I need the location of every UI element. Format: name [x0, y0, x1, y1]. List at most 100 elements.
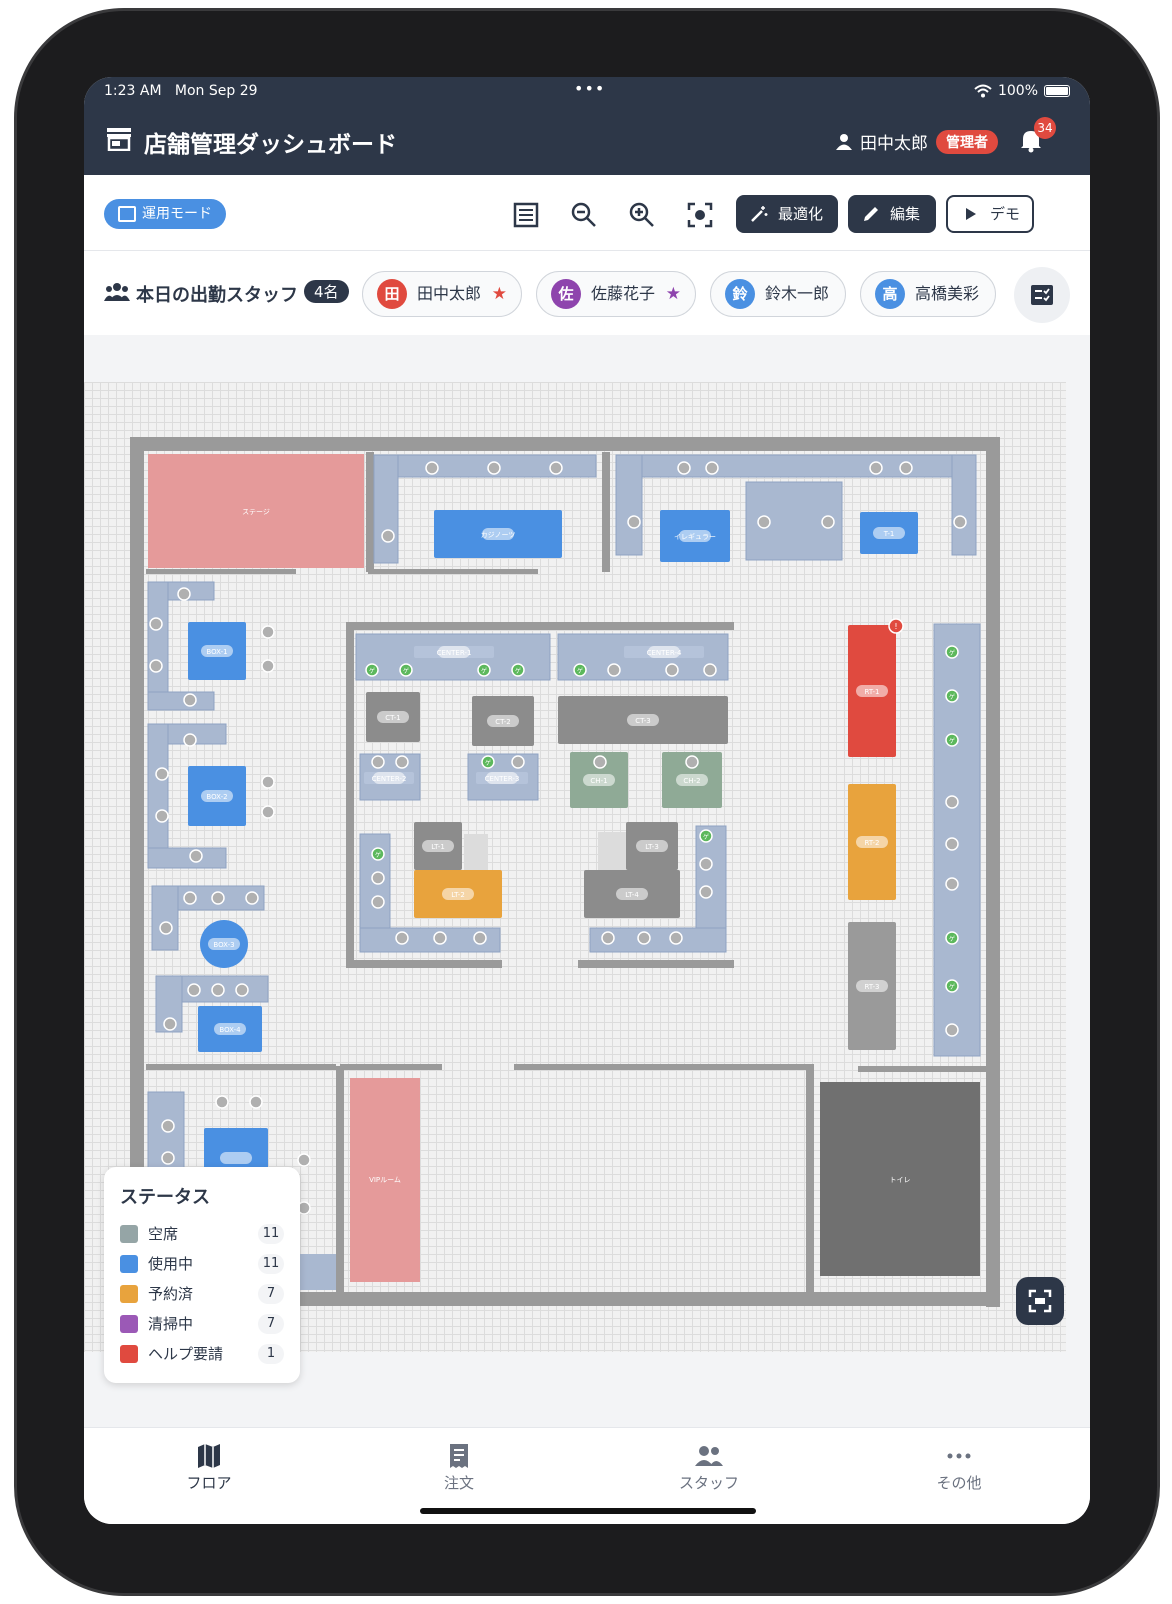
wall — [130, 437, 1000, 451]
guest-mark: ゲ — [577, 667, 583, 675]
notification-button[interactable]: 34 — [1018, 117, 1056, 153]
table-label: CENTER-1 — [437, 649, 472, 657]
seat — [161, 1119, 175, 1133]
tab-more[interactable]: その他 — [834, 1428, 1084, 1524]
table-label: LT-1 — [431, 843, 445, 851]
seat — [249, 1095, 263, 1109]
seat — [161, 1151, 175, 1165]
table-label: BOX-1 — [206, 648, 227, 656]
table-label: CH-2 — [683, 777, 700, 785]
legend-row: 予約済 7 — [120, 1279, 284, 1309]
table-label: CT-3 — [635, 717, 651, 725]
seat — [433, 931, 447, 945]
bench-seat — [147, 691, 215, 711]
optimize-button[interactable]: 最適化 — [736, 195, 838, 233]
seat — [371, 755, 385, 769]
seat — [183, 733, 197, 747]
staff-chip[interactable]: 高 高橋美彩 — [860, 271, 996, 317]
bench-seat — [151, 885, 179, 951]
building-icon — [118, 206, 136, 222]
legend-swatch — [120, 1315, 138, 1333]
staff-name: 佐藤花子 — [591, 284, 656, 303]
seat — [189, 849, 203, 863]
user-info[interactable]: 田中太郎 管理者 — [836, 129, 998, 154]
guest-mark: ゲ — [481, 667, 487, 675]
seat — [637, 931, 651, 945]
seat — [155, 767, 169, 781]
seat — [945, 877, 959, 891]
seat — [177, 587, 191, 601]
wall — [346, 622, 734, 630]
table-label: カジノーツ — [481, 531, 516, 539]
bench-seat — [373, 454, 597, 478]
guest-mark: ゲ — [949, 649, 955, 657]
fit-screen-button[interactable] — [1016, 1277, 1064, 1325]
more-icon — [947, 1453, 971, 1459]
table-label: BOX-3 — [213, 941, 234, 949]
staff-avatar: 佐 — [551, 279, 581, 309]
legend-label: 使用中 — [148, 1255, 194, 1273]
seat — [211, 891, 225, 905]
guest-mark: ゲ — [375, 851, 381, 859]
guest-mark: ゲ — [949, 737, 955, 745]
mode-toggle[interactable]: 運用モード — [104, 199, 226, 229]
status-bar: 1:23 AM Mon Sep 29 ••• 100% — [84, 77, 1090, 107]
bench-seat — [147, 581, 169, 711]
bench-seat — [615, 454, 643, 556]
wall — [578, 960, 734, 968]
wall — [366, 452, 374, 572]
seat — [261, 775, 275, 789]
table-label: T-1 — [883, 530, 895, 538]
table-label: RT-3 — [865, 983, 880, 991]
list-icon[interactable] — [512, 201, 540, 229]
multitask-dots[interactable]: ••• — [574, 79, 605, 98]
table-shadow — [598, 832, 628, 872]
legend-label: 空席 — [148, 1225, 179, 1243]
app-screen: 1:23 AM Mon Sep 29 ••• 100% 店舗管理ダッシュボード … — [84, 77, 1090, 1524]
checklist-button[interactable] — [1014, 267, 1070, 323]
zoom-out-icon[interactable] — [570, 201, 598, 229]
table-label: CENTER-3 — [485, 775, 520, 783]
wall — [368, 569, 538, 574]
guest-mark: ゲ — [703, 833, 709, 841]
seat — [757, 515, 771, 529]
legend-label: 清掃中 — [148, 1315, 194, 1333]
center-focus-icon[interactable] — [686, 201, 714, 229]
user-name: 田中太郎 — [860, 134, 928, 154]
guest-mark: ゲ — [949, 693, 955, 701]
seat — [297, 1153, 311, 1167]
store-icon — [107, 128, 131, 151]
legend-swatch — [120, 1255, 138, 1273]
legend-row: 清掃中 7 — [120, 1309, 284, 1339]
battery-icon — [1044, 85, 1070, 97]
staff-chip[interactable]: 鈴 鈴木一郎 — [710, 271, 846, 317]
demo-button[interactable]: デモ — [946, 195, 1034, 233]
legend-row: 使用中 11 — [120, 1249, 284, 1279]
app-header: 店舗管理ダッシュボード 田中太郎 管理者 34 — [84, 107, 1090, 175]
seat — [549, 461, 563, 475]
seat — [473, 931, 487, 945]
seat — [371, 871, 385, 885]
staff-chip[interactable]: 佐 佐藤花子 ★ — [536, 271, 696, 317]
zoom-in-icon[interactable] — [628, 201, 656, 229]
home-indicator[interactable] — [420, 1508, 756, 1514]
status-right: 100% — [974, 83, 1070, 99]
legend-row: 空席 11 — [120, 1219, 284, 1249]
seat — [261, 659, 275, 673]
legend-swatch — [120, 1345, 138, 1363]
legend-row: ヘルプ要請 1 — [120, 1339, 284, 1369]
seat — [149, 617, 163, 631]
person-icon — [836, 133, 852, 150]
wall — [858, 1066, 986, 1072]
staff-bar: 本日の出勤スタッフ 4名 田 田中太郎 ★ 佐 佐藤花子 ★ 鈴 鈴木一郎 高 … — [84, 251, 1090, 335]
optimize-label: 最適化 — [778, 205, 824, 223]
wall — [346, 960, 502, 968]
wall — [346, 622, 354, 962]
edit-button[interactable]: 編集 — [848, 195, 936, 233]
legend-count: 11 — [258, 1224, 284, 1244]
tab-floor[interactable]: フロア — [84, 1428, 334, 1524]
staff-chip[interactable]: 田 田中太郎 ★ — [362, 271, 522, 317]
demo-label: デモ — [990, 205, 1021, 223]
seat — [945, 837, 959, 851]
seat — [183, 891, 197, 905]
